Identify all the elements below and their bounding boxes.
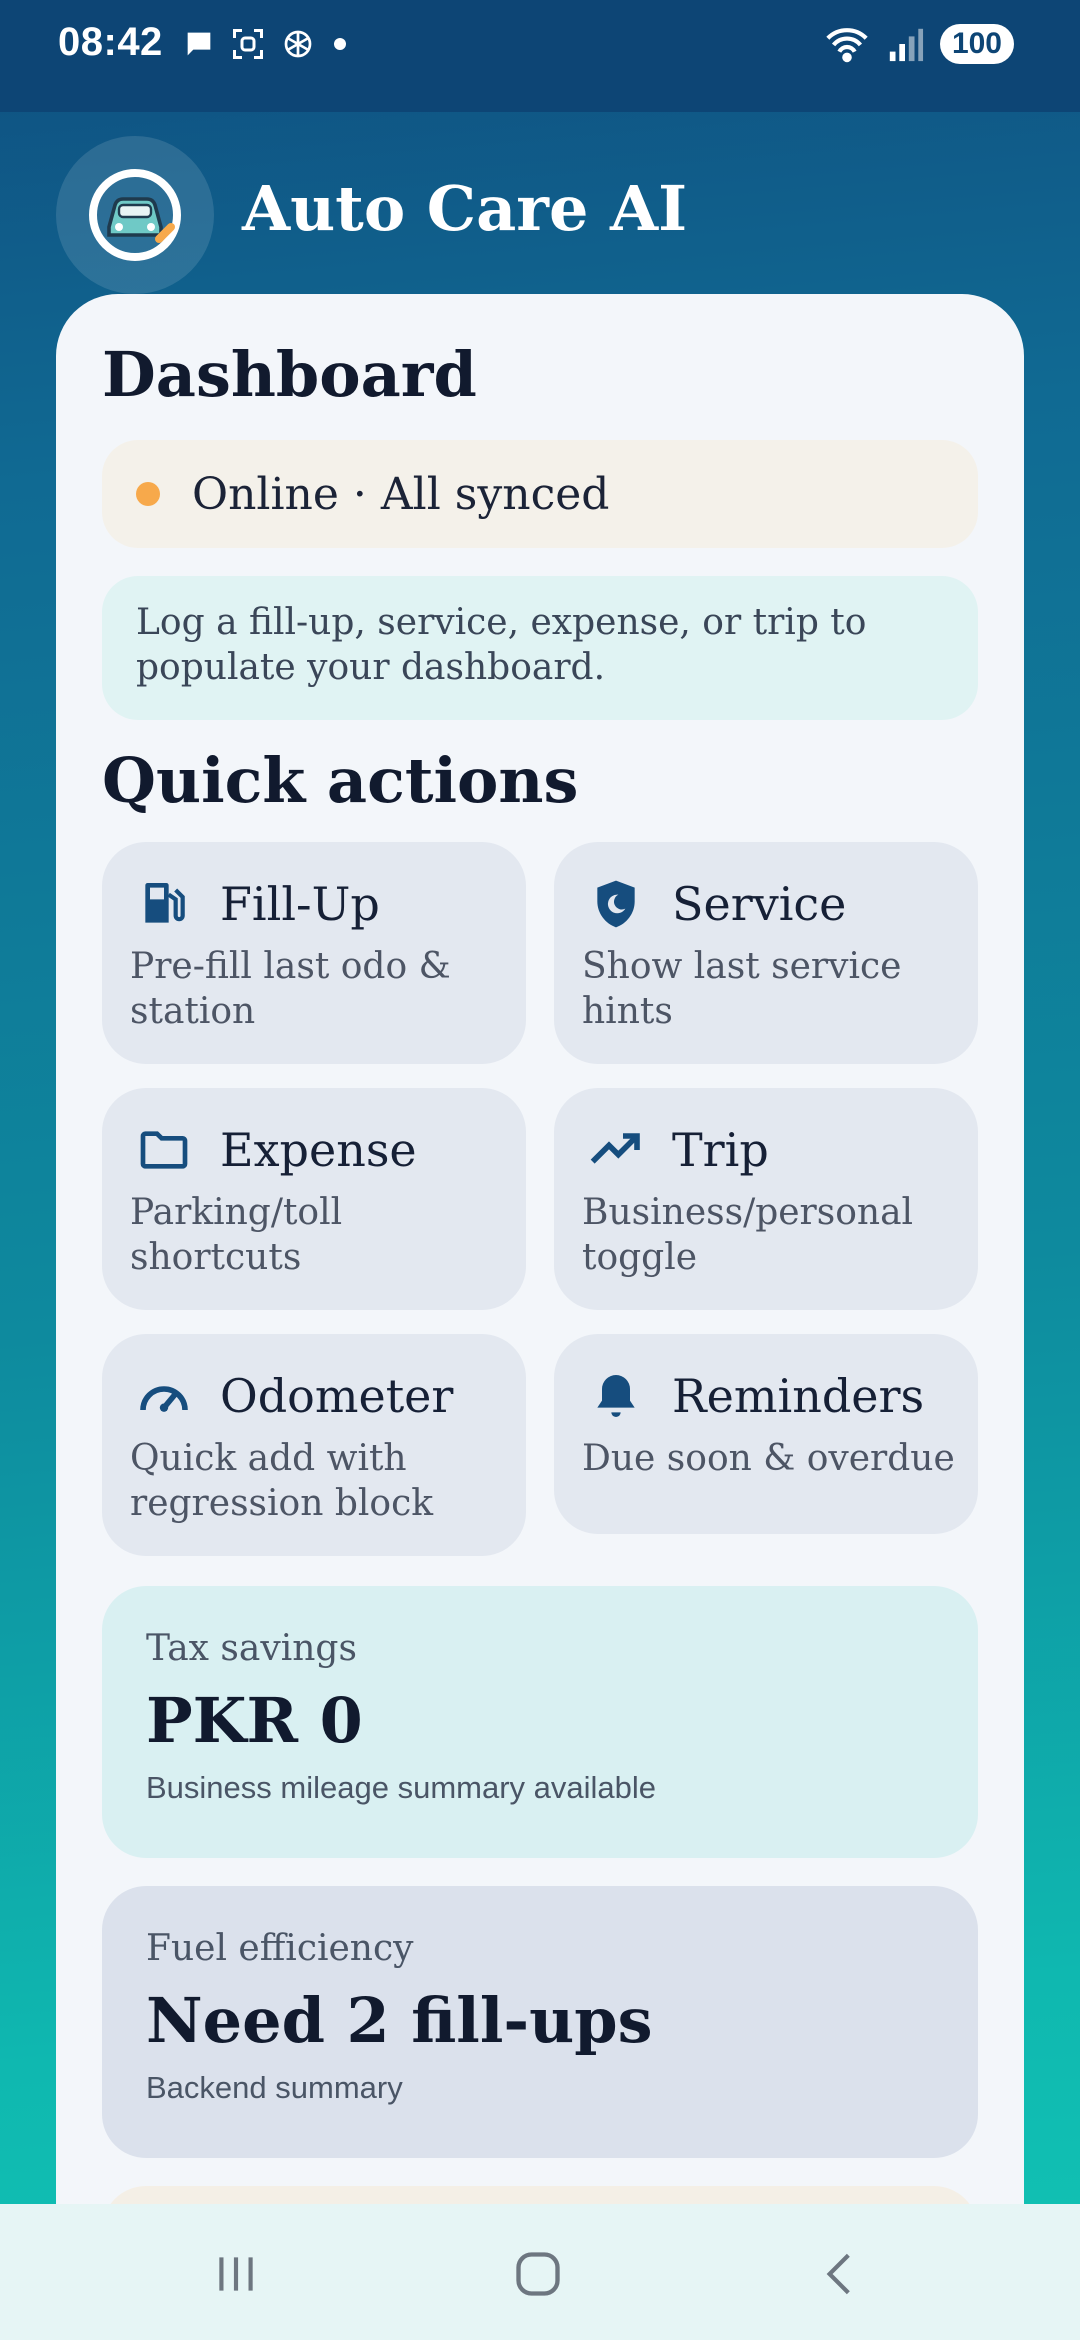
app-logo [56,136,214,294]
home-icon [516,2252,560,2296]
recents-icon [219,2257,253,2291]
fuel-efficiency-sub: Backend summary [146,2070,403,2105]
home-button[interactable] [508,2244,568,2304]
quick-action-desc: Quick add with regression block [130,1438,434,1524]
speedometer-icon [140,1386,188,1412]
dashboard-card: Dashboard Online · All synced Log a fill… [56,294,1024,2284]
tax-savings-sub: Business mileage summary available [146,1770,657,1805]
page-title: Dashboard [102,338,477,411]
quick-action-service[interactable]: Service Show last service hints [554,842,978,1064]
wifi-icon [826,28,868,63]
status-time: 08:42 [58,20,163,64]
quick-action-odometer[interactable]: Odometer Quick add with regression block [102,1334,526,1556]
quick-action-desc: Pre-fill last odo & station [130,946,451,1032]
quick-action-trip[interactable]: Trip Business/personal toggle [554,1088,978,1310]
system-nav-bar [0,2204,1080,2340]
recents-button[interactable] [206,2244,266,2304]
screenshot-icon [233,29,263,59]
bell-icon [597,1375,635,1417]
info-text: Log a fill-up, service, expense, or trip… [136,602,867,688]
dot-icon [334,38,346,50]
quick-action-desc: Parking/toll shortcuts [130,1192,343,1278]
quick-action-desc: Business/personal toggle [582,1192,914,1278]
app-title: Auto Care AI [242,172,688,245]
tax-savings-value: PKR 0 [146,1684,363,1757]
quick-action-fill-up[interactable]: Fill-Up Pre-fill last odo & station [102,842,526,1064]
quick-action-label: Trip [672,1123,769,1177]
fuel-pump-icon [145,883,185,923]
back-icon [826,2253,850,2295]
quick-action-label: Service [672,877,847,931]
online-dot-icon [136,482,160,506]
empty-state-info: Log a fill-up, service, expense, or trip… [102,576,978,720]
battery-indicator: 100 [939,24,1014,64]
system-icons: 100 [824,24,1014,64]
quick-action-desc: Due soon & overdue [582,1438,955,1479]
trending-up-icon [590,1133,640,1164]
quick-action-label: Expense [220,1123,417,1177]
shield-icon [597,880,635,928]
fuel-efficiency-card[interactable]: Fuel efficiency Need 2 fill-ups Backend … [102,1886,978,2158]
status-bar: 08:42 100 [0,0,1080,112]
quick-actions-title: Quick actions [102,744,579,817]
quick-action-reminders[interactable]: Reminders Due soon & overdue [554,1334,978,1534]
quick-action-label: Odometer [220,1369,454,1423]
quick-action-label: Fill-Up [220,877,380,931]
tax-savings-label: Tax savings [146,1628,357,1669]
quick-action-desc: Show last service hints [582,946,902,1032]
chat-icon [187,32,211,56]
back-button[interactable] [810,2244,870,2304]
sync-status: Online · All synced [102,440,978,548]
folder-icon [140,1131,188,1169]
fuel-efficiency-value: Need 2 fill-ups [146,1984,653,2057]
quick-action-expense[interactable]: Expense Parking/toll shortcuts [102,1088,526,1310]
signal-icon [889,28,923,62]
sync-status-text: Online · All synced [192,468,610,520]
fuel-efficiency-label: Fuel efficiency [146,1928,414,1969]
openai-icon [284,30,312,58]
car-icon [89,169,181,261]
tax-savings-card[interactable]: Tax savings PKR 0 Business mileage summa… [102,1586,978,1858]
notification-icons [182,26,350,62]
quick-action-label: Reminders [672,1369,925,1423]
